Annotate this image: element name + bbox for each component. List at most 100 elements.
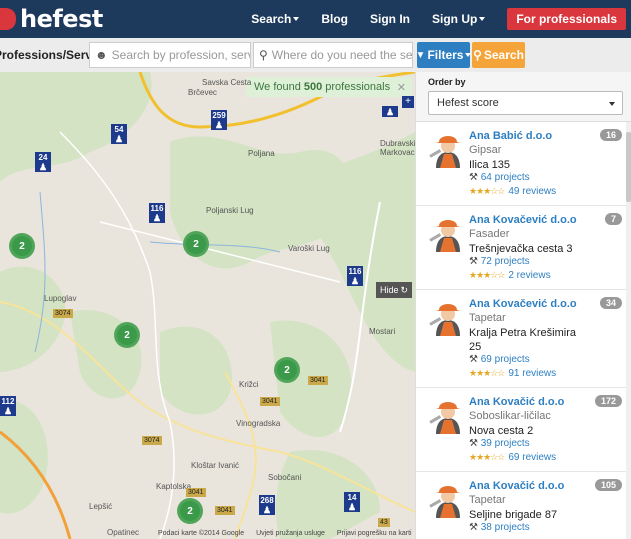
- map-cluster[interactable]: 2: [177, 498, 203, 524]
- map-pin[interactable]: 24 ♟: [35, 152, 51, 172]
- map-pin[interactable]: 268 ♟: [259, 495, 275, 515]
- tools-icon: ⚒: [469, 172, 478, 183]
- pin-count: 24: [38, 153, 48, 162]
- nav-search-label: Search: [251, 12, 292, 26]
- map-pin[interactable]: 259 ♟: [211, 110, 227, 130]
- caret-down-icon: [609, 102, 615, 106]
- nav-blog-link[interactable]: Blog: [321, 12, 348, 26]
- place-label: Poljanski Lug: [206, 206, 254, 215]
- filters-button[interactable]: ▼ Filters: [416, 42, 472, 68]
- place-label: Poljana: [248, 149, 275, 158]
- worker-avatar-icon: [429, 136, 460, 168]
- search-button[interactable]: ⚲ Search: [472, 42, 525, 68]
- score-badge: 172: [594, 395, 622, 407]
- worker-icon: ♟: [38, 162, 48, 172]
- place-label: Varoški Lug: [288, 244, 330, 253]
- place-label: Lepšić: [89, 502, 113, 511]
- worker-avatar-icon: [429, 220, 460, 252]
- map-pin[interactable]: 116 ♟: [347, 266, 363, 286]
- map-pin[interactable]: 54 ♟: [111, 124, 127, 144]
- score-badge: 7: [604, 213, 622, 225]
- search-bar: Professions/Services ☻ Search by profess…: [0, 38, 631, 72]
- worker-icon: ♟: [152, 213, 162, 223]
- zoom-plus-icon[interactable]: +: [402, 96, 414, 108]
- result-name[interactable]: Ana Kovačić d.o.o: [469, 396, 564, 408]
- place-label: Mostari: [369, 327, 396, 336]
- result-card[interactable]: Ana Kovačić d.o.o Tapetar Seljine brigad…: [416, 472, 631, 539]
- road-label: 3041: [186, 488, 206, 497]
- result-card[interactable]: Ana Kovačević d.o.o Fasader Trešnjevačka…: [416, 206, 631, 290]
- result-name[interactable]: Ana Kovačić d.o.o: [469, 480, 564, 492]
- result-card[interactable]: Ana Babić d.o.o Gipsar Ilica 135 ⚒ 64 pr…: [416, 122, 631, 206]
- nav-search-dropdown[interactable]: Search: [251, 12, 300, 26]
- result-projects-link[interactable]: ⚒ 69 projects: [469, 354, 530, 365]
- found-suffix: professionals: [325, 81, 391, 93]
- place-label: Kloštar Ivanić: [191, 461, 240, 470]
- profession-search-input[interactable]: ☻ Search by profession, serv: [89, 42, 251, 68]
- tools-icon: ⚒: [469, 354, 478, 365]
- pin-count: 14: [347, 493, 357, 502]
- scrollbar-thumb[interactable]: [626, 132, 631, 202]
- result-name[interactable]: Ana Kovačević d.o.o: [469, 214, 577, 226]
- result-card[interactable]: Ana Kovačić d.o.o Soboslikar-ličilac Nov…: [416, 388, 631, 472]
- result-projects-link[interactable]: ⚒ 72 projects: [469, 256, 530, 267]
- result-address: Seljine brigade 87: [469, 509, 558, 521]
- result-reviews-link[interactable]: ★★★☆☆ 2 reviews: [469, 270, 551, 281]
- close-icon[interactable]: ✕: [397, 81, 406, 94]
- result-name[interactable]: Ana Kovačević d.o.o: [469, 298, 577, 310]
- map-cluster[interactable]: 2: [114, 322, 140, 348]
- search-label: Search: [483, 48, 524, 62]
- pin-count: 116: [348, 267, 362, 276]
- result-reviews-link[interactable]: ★★★☆☆ 91 reviews: [469, 368, 556, 379]
- map-pin-unnumbered[interactable]: ♟: [382, 106, 398, 117]
- place-label: Opatinec: [107, 528, 140, 537]
- result-projects-link[interactable]: ⚒ 38 projects: [469, 522, 530, 533]
- nav-sign-up-dropdown[interactable]: Sign Up: [431, 12, 486, 26]
- tools-icon: ⚒: [469, 438, 478, 449]
- results-scrollbar[interactable]: [626, 122, 631, 539]
- found-prefix: We found: [254, 81, 301, 93]
- map-cluster[interactable]: 2: [274, 357, 300, 383]
- result-projects-link[interactable]: ⚒ 64 projects: [469, 172, 530, 183]
- worker-avatar-icon: [429, 402, 460, 434]
- place-label: Brčevec: [188, 88, 217, 97]
- result-address: Ilica 135: [469, 159, 510, 171]
- for-professionals-button[interactable]: For professionals: [507, 8, 626, 30]
- worker-icon: ♟: [114, 134, 124, 144]
- filters-label: Filters: [427, 48, 464, 62]
- road-label: 3074: [142, 436, 162, 445]
- map-copyright: Podaci karte ©2014 Google: [158, 530, 245, 537]
- result-card[interactable]: Ana Kovačević d.o.o Tapetar Kralja Petra…: [416, 290, 631, 388]
- refresh-icon: ↻: [400, 284, 409, 295]
- tools-icon: ⚒: [469, 256, 478, 267]
- map-pin[interactable]: 116 ♟: [149, 203, 165, 223]
- map-pin[interactable]: 14 ♟: [344, 492, 360, 512]
- order-by-select[interactable]: Hefest score: [428, 91, 623, 115]
- hide-map-button[interactable]: Hide ↻: [376, 282, 412, 298]
- map-cluster[interactable]: 2: [9, 233, 35, 259]
- order-by-label: Order by: [428, 77, 466, 87]
- rating-stars-icon: ★★★☆☆: [469, 270, 505, 280]
- nav-sign-in-link[interactable]: Sign In: [370, 12, 410, 26]
- score-badge: 34: [599, 297, 622, 309]
- report-error-link[interactable]: Prijavi pogrešku na karti: [337, 530, 412, 537]
- result-projects-link[interactable]: ⚒ 39 projects: [469, 438, 530, 449]
- worker-avatar-icon: [429, 304, 460, 336]
- projects-suffix: projects: [494, 172, 530, 183]
- terms-link[interactable]: Uvjeti pružanja usluge: [256, 530, 325, 537]
- map-pin[interactable]: 112 ♟: [0, 396, 16, 416]
- map-cluster[interactable]: 2: [183, 231, 209, 257]
- result-reviews-link[interactable]: ★★★☆☆ 69 reviews: [469, 452, 556, 463]
- location-search-input[interactable]: ⚲ Where do you need the se: [253, 42, 413, 68]
- result-reviews-link[interactable]: ★★★☆☆ 49 reviews: [469, 186, 556, 197]
- map-view[interactable]: We found 500 professionals ✕ 2 2 2 2 2 5…: [0, 72, 415, 539]
- result-category: Fasader: [469, 228, 510, 240]
- result-name[interactable]: Ana Babić d.o.o: [469, 130, 552, 142]
- place-label: Vinogradska: [236, 419, 281, 428]
- projects-count: 39: [480, 438, 492, 449]
- hefest-logo[interactable]: hefest: [0, 5, 103, 33]
- nav-sign-up-label: Sign Up: [431, 12, 478, 26]
- result-address: Trešnjevačka cesta 3: [469, 243, 573, 255]
- hide-label: Hide: [379, 285, 399, 295]
- pin-count: 116: [150, 204, 164, 213]
